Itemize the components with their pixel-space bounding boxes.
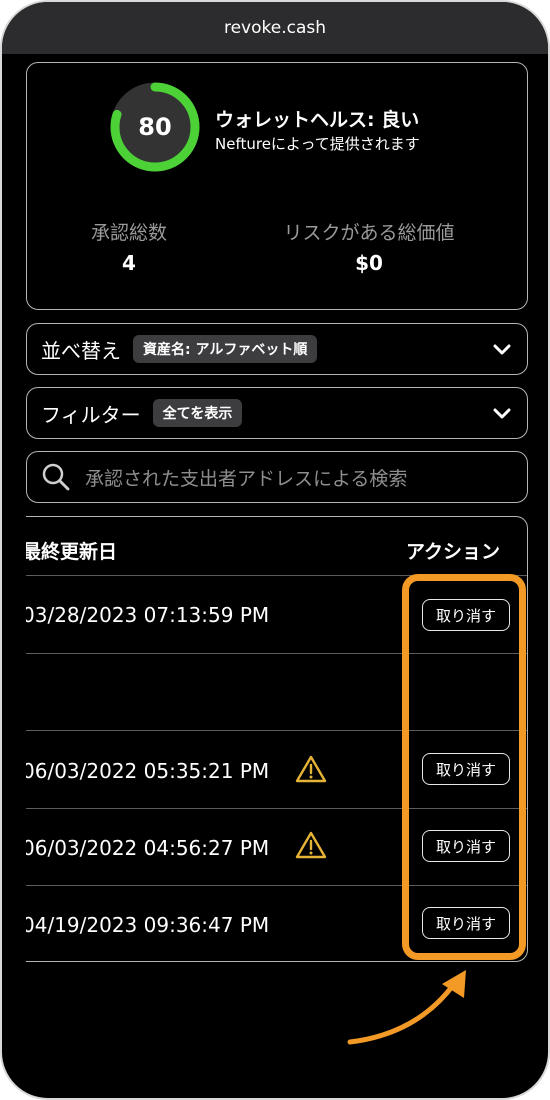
row-4-date: 06/03/2022 04:56:27 PM	[26, 836, 270, 860]
filter-value-chip: 全てを表示	[152, 399, 243, 427]
row-5-date: 04/19/2023 09:36:47 PM	[26, 913, 270, 937]
chevron-down-icon	[493, 344, 511, 355]
health-score-value: 80	[138, 113, 172, 141]
annotation-arrow-icon	[347, 970, 466, 1045]
row-divider	[26, 885, 527, 886]
risk-value-value: $0	[355, 251, 383, 275]
total-approvals-label: 承認総数	[90, 222, 167, 244]
phone-frame: revoke.cash 80 ウォレットヘルス: 良い Neftureによって提…	[0, 0, 550, 1100]
revoke-button[interactable]: 取り消す	[422, 830, 510, 862]
health-title: ウォレットヘルス: 良い	[215, 109, 420, 131]
search-icon	[42, 463, 70, 491]
row-1-date: 03/28/2023 07:13:59 PM	[26, 603, 270, 627]
address-bar[interactable]: revoke.cash	[2, 2, 548, 54]
column-header-action: アクション	[406, 541, 501, 563]
sort-value-chip: 資産名: アルファベット順	[133, 335, 318, 363]
url-text: revoke.cash	[223, 18, 327, 38]
chevron-down-icon	[493, 408, 511, 419]
search-placeholder: 承認された支出者アドレスによる検索	[85, 467, 408, 490]
revoke-button[interactable]: 取り消す	[422, 753, 510, 785]
row-divider	[26, 653, 527, 654]
sort-dropdown[interactable]: 並べ替え 資産名: アルファベット順	[26, 323, 528, 375]
row-divider	[26, 730, 527, 731]
total-approvals-value: 4	[122, 251, 136, 275]
risk-value-label: リスクがある総価値	[283, 222, 455, 244]
row-divider	[26, 575, 527, 576]
column-header-last-updated: 最終更新日	[26, 541, 118, 563]
search-input[interactable]: 承認された支出者アドレスによる検索	[26, 451, 528, 503]
revoke-button[interactable]: 取り消す	[422, 907, 510, 939]
wallet-health-card: 80 ウォレットヘルス: 良い Neftureによって提供されます 承認総数 4…	[26, 62, 528, 310]
filter-dropdown[interactable]: フィルター 全てを表示	[26, 387, 528, 439]
filter-label: フィルター	[41, 402, 141, 427]
row-divider	[26, 808, 527, 809]
revoke-button[interactable]: 取り消す	[422, 599, 510, 631]
warning-icon	[295, 755, 327, 783]
sort-label: 並べ替え	[41, 338, 121, 363]
approvals-table: 最終更新日 アクション 03/28/2023 07:13:59 PM 取り消す …	[26, 516, 528, 962]
health-subtitle: Neftureによって提供されます	[215, 135, 420, 153]
row-3-date: 06/03/2022 05:35:21 PM	[26, 759, 270, 783]
warning-icon	[295, 831, 327, 859]
